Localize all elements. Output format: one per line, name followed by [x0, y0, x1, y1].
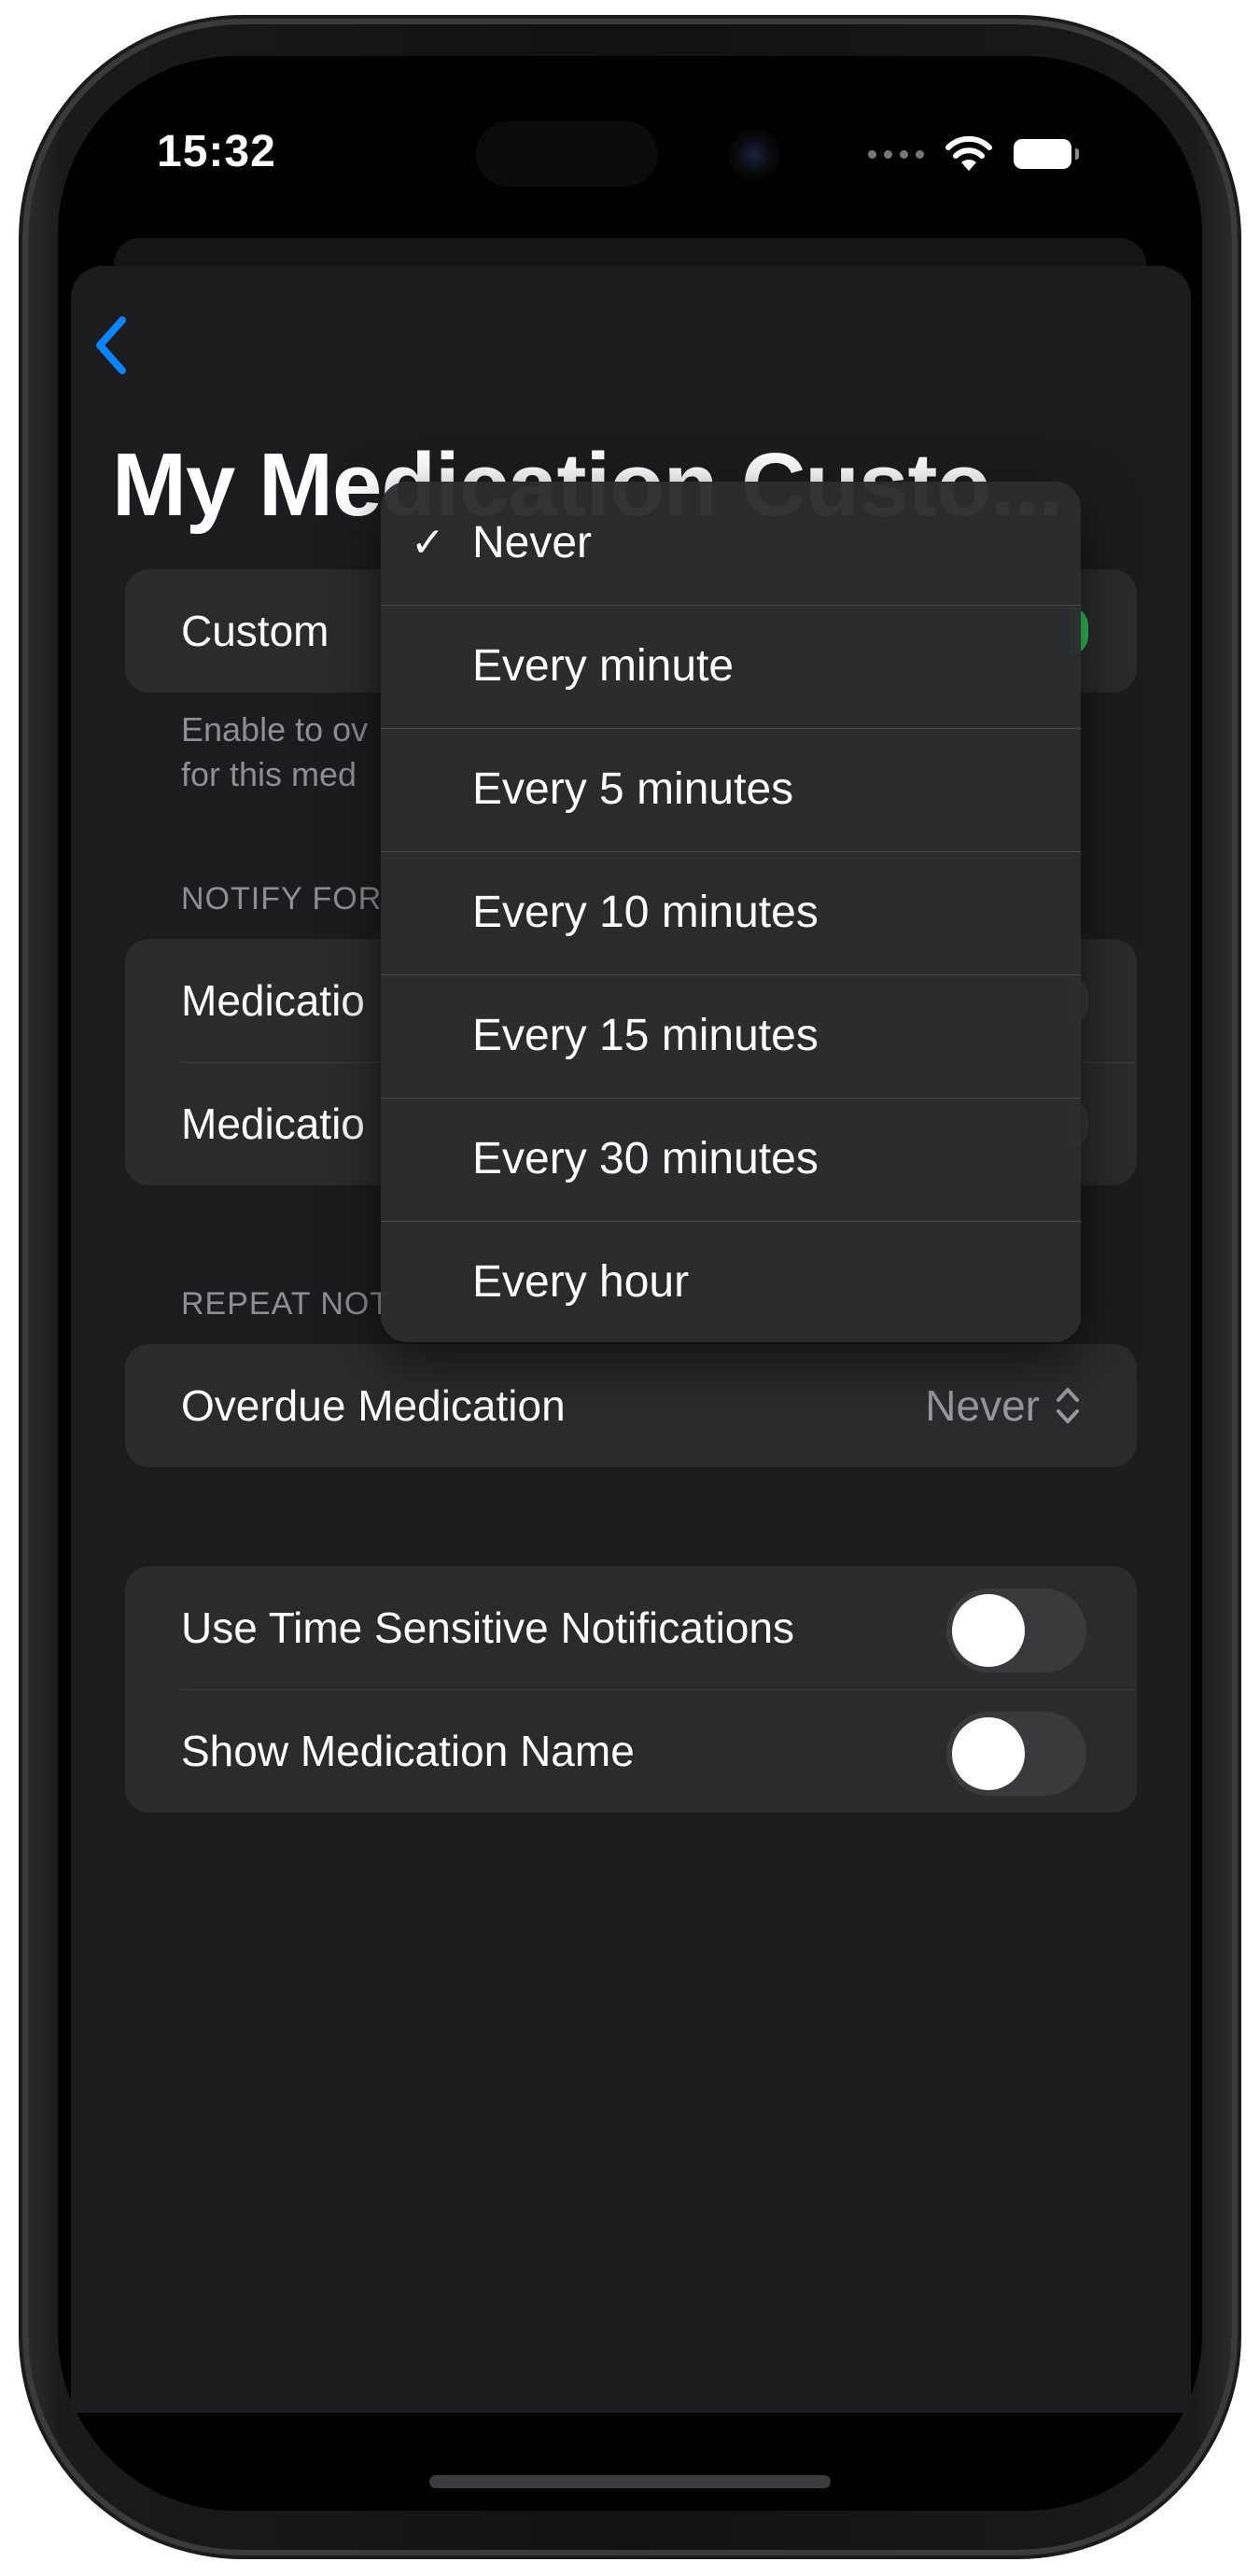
menu-item-label: Every 15 minutes: [472, 1011, 819, 1060]
camera-icon: [728, 129, 780, 181]
menu-item-every-5-minutes[interactable]: Every 5 minutes: [381, 728, 1081, 851]
custom-label: Custom: [181, 607, 329, 655]
toggle-knob: [952, 1594, 1025, 1667]
custom-footer-text: Enable to ov for this med: [181, 707, 368, 797]
menu-item-every-hour[interactable]: Every hour: [381, 1221, 1081, 1342]
status-icons: [868, 135, 1079, 173]
time-sensitive-row: Use Time Sensitive Notifications: [125, 1566, 1137, 1689]
menu-item-label: Every 30 minutes: [472, 1134, 819, 1183]
chevron-left-icon: [96, 316, 126, 374]
status-time: 15:32: [157, 127, 276, 176]
time-sensitive-label: Use Time Sensitive Notifications: [181, 1603, 795, 1652]
show-name-row: Show Medication Name: [125, 1689, 1137, 1813]
repeat-section-header: REPEAT NOT: [181, 1286, 391, 1322]
options-group: Use Time Sensitive Notifications Show Me…: [125, 1566, 1137, 1813]
home-indicator[interactable]: [429, 2475, 831, 2488]
menu-item-label: Every hour: [472, 1257, 690, 1307]
notify-section-header: NOTIFY FOR: [181, 881, 383, 917]
menu-item-every-30-minutes[interactable]: Every 30 minutes: [381, 1098, 1081, 1221]
back-button[interactable]: [89, 313, 135, 378]
time-sensitive-toggle[interactable]: [946, 1589, 1086, 1673]
checkmark-icon: ✓: [411, 520, 445, 566]
repeat-interval-menu: ✓ Never Every minute Every 5 minutes Eve…: [381, 482, 1081, 1342]
show-name-label: Show Medication Name: [181, 1727, 635, 1775]
dynamic-island: [476, 121, 658, 187]
menu-item-label: Every minute: [472, 641, 735, 691]
footer-line-1: Enable to ov: [181, 710, 369, 749]
menu-item-label: Every 10 minutes: [472, 888, 819, 937]
signal-dots-icon: [868, 149, 924, 159]
overdue-value-picker[interactable]: Never: [925, 1344, 1081, 1467]
footer-line-2: for this med: [181, 755, 357, 793]
menu-item-label: Every 5 minutes: [472, 764, 794, 814]
toggle-knob: [952, 1717, 1025, 1790]
overdue-medication-row[interactable]: Overdue Medication Never: [125, 1344, 1137, 1467]
notify-row-label: Medicatio: [181, 976, 365, 1025]
chevron-up-down-icon: [1057, 1388, 1079, 1423]
overdue-medication-label: Overdue Medication: [181, 1381, 566, 1430]
repeat-group: Overdue Medication Never: [125, 1344, 1137, 1467]
battery-icon: [1014, 139, 1079, 169]
overdue-value: Never: [925, 1381, 1040, 1430]
menu-item-every-minute[interactable]: Every minute: [381, 605, 1081, 728]
menu-item-every-10-minutes[interactable]: Every 10 minutes: [381, 851, 1081, 974]
notify-row-label: Medicatio: [181, 1099, 365, 1148]
menu-item-label: Never: [472, 518, 593, 567]
menu-item-every-15-minutes[interactable]: Every 15 minutes: [381, 974, 1081, 1098]
menu-item-never[interactable]: ✓ Never: [381, 482, 1081, 605]
wifi-icon: [945, 135, 992, 171]
show-name-toggle[interactable]: [946, 1712, 1086, 1796]
